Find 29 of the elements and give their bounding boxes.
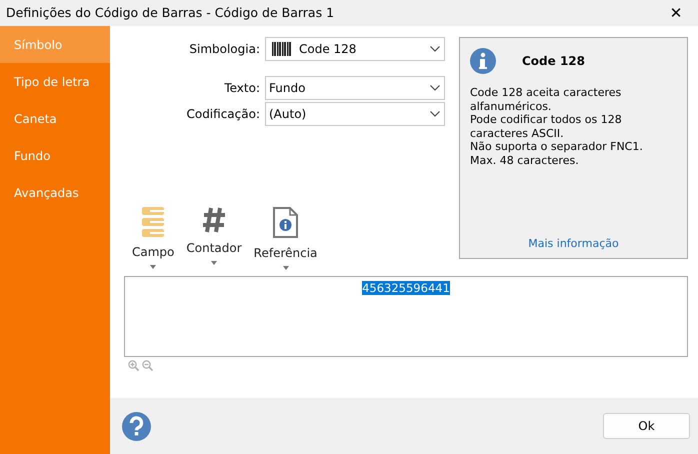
field-label: Texto: <box>223 80 261 97</box>
dropdown[interactable]: (Auto) <box>265 102 445 126</box>
help-icon[interactable] <box>122 412 151 440</box>
chevron-icon <box>430 111 440 117</box>
hash-icon <box>202 207 226 233</box>
info-text: Code 128 aceita caracteres alfanuméricos. Pode codificar todos os 128 caracteres ASCII. Não suporta o separador FNC1. Max. 48 caracteres. <box>470 86 644 167</box>
field-label: Simbologia: <box>188 41 261 58</box>
barcode-icon <box>272 42 291 56</box>
stack-icon <box>142 207 164 237</box>
more-info-link[interactable]: Mais informação <box>528 236 619 250</box>
ok-button[interactable]: Ok <box>603 413 690 439</box>
editor-text: 456325596441 <box>362 281 450 295</box>
insert-button[interactable]: Referência <box>254 207 318 270</box>
document-info-icon <box>273 207 298 238</box>
dropdown[interactable]: Code 128 <box>265 37 445 61</box>
chevron-icon <box>430 85 440 91</box>
caret-icon <box>282 266 289 270</box>
insert-button[interactable]: Campo <box>132 207 174 270</box>
info-title: Code 128 <box>522 53 586 70</box>
info-icon <box>470 48 496 74</box>
caret-icon <box>150 265 156 269</box>
window-title: Definições do Código de Barras - Código de Barras 1 <box>6 4 334 22</box>
dropdown[interactable]: Fundo <box>265 76 445 100</box>
text-editor[interactable]: 456325596441 <box>124 276 688 357</box>
insert-button[interactable]: Contador <box>186 207 242 270</box>
close-button[interactable]: ✕ <box>654 0 698 26</box>
chevron-icon <box>430 46 440 52</box>
caret-icon <box>211 261 218 265</box>
field-label: Codificação: <box>185 106 261 123</box>
